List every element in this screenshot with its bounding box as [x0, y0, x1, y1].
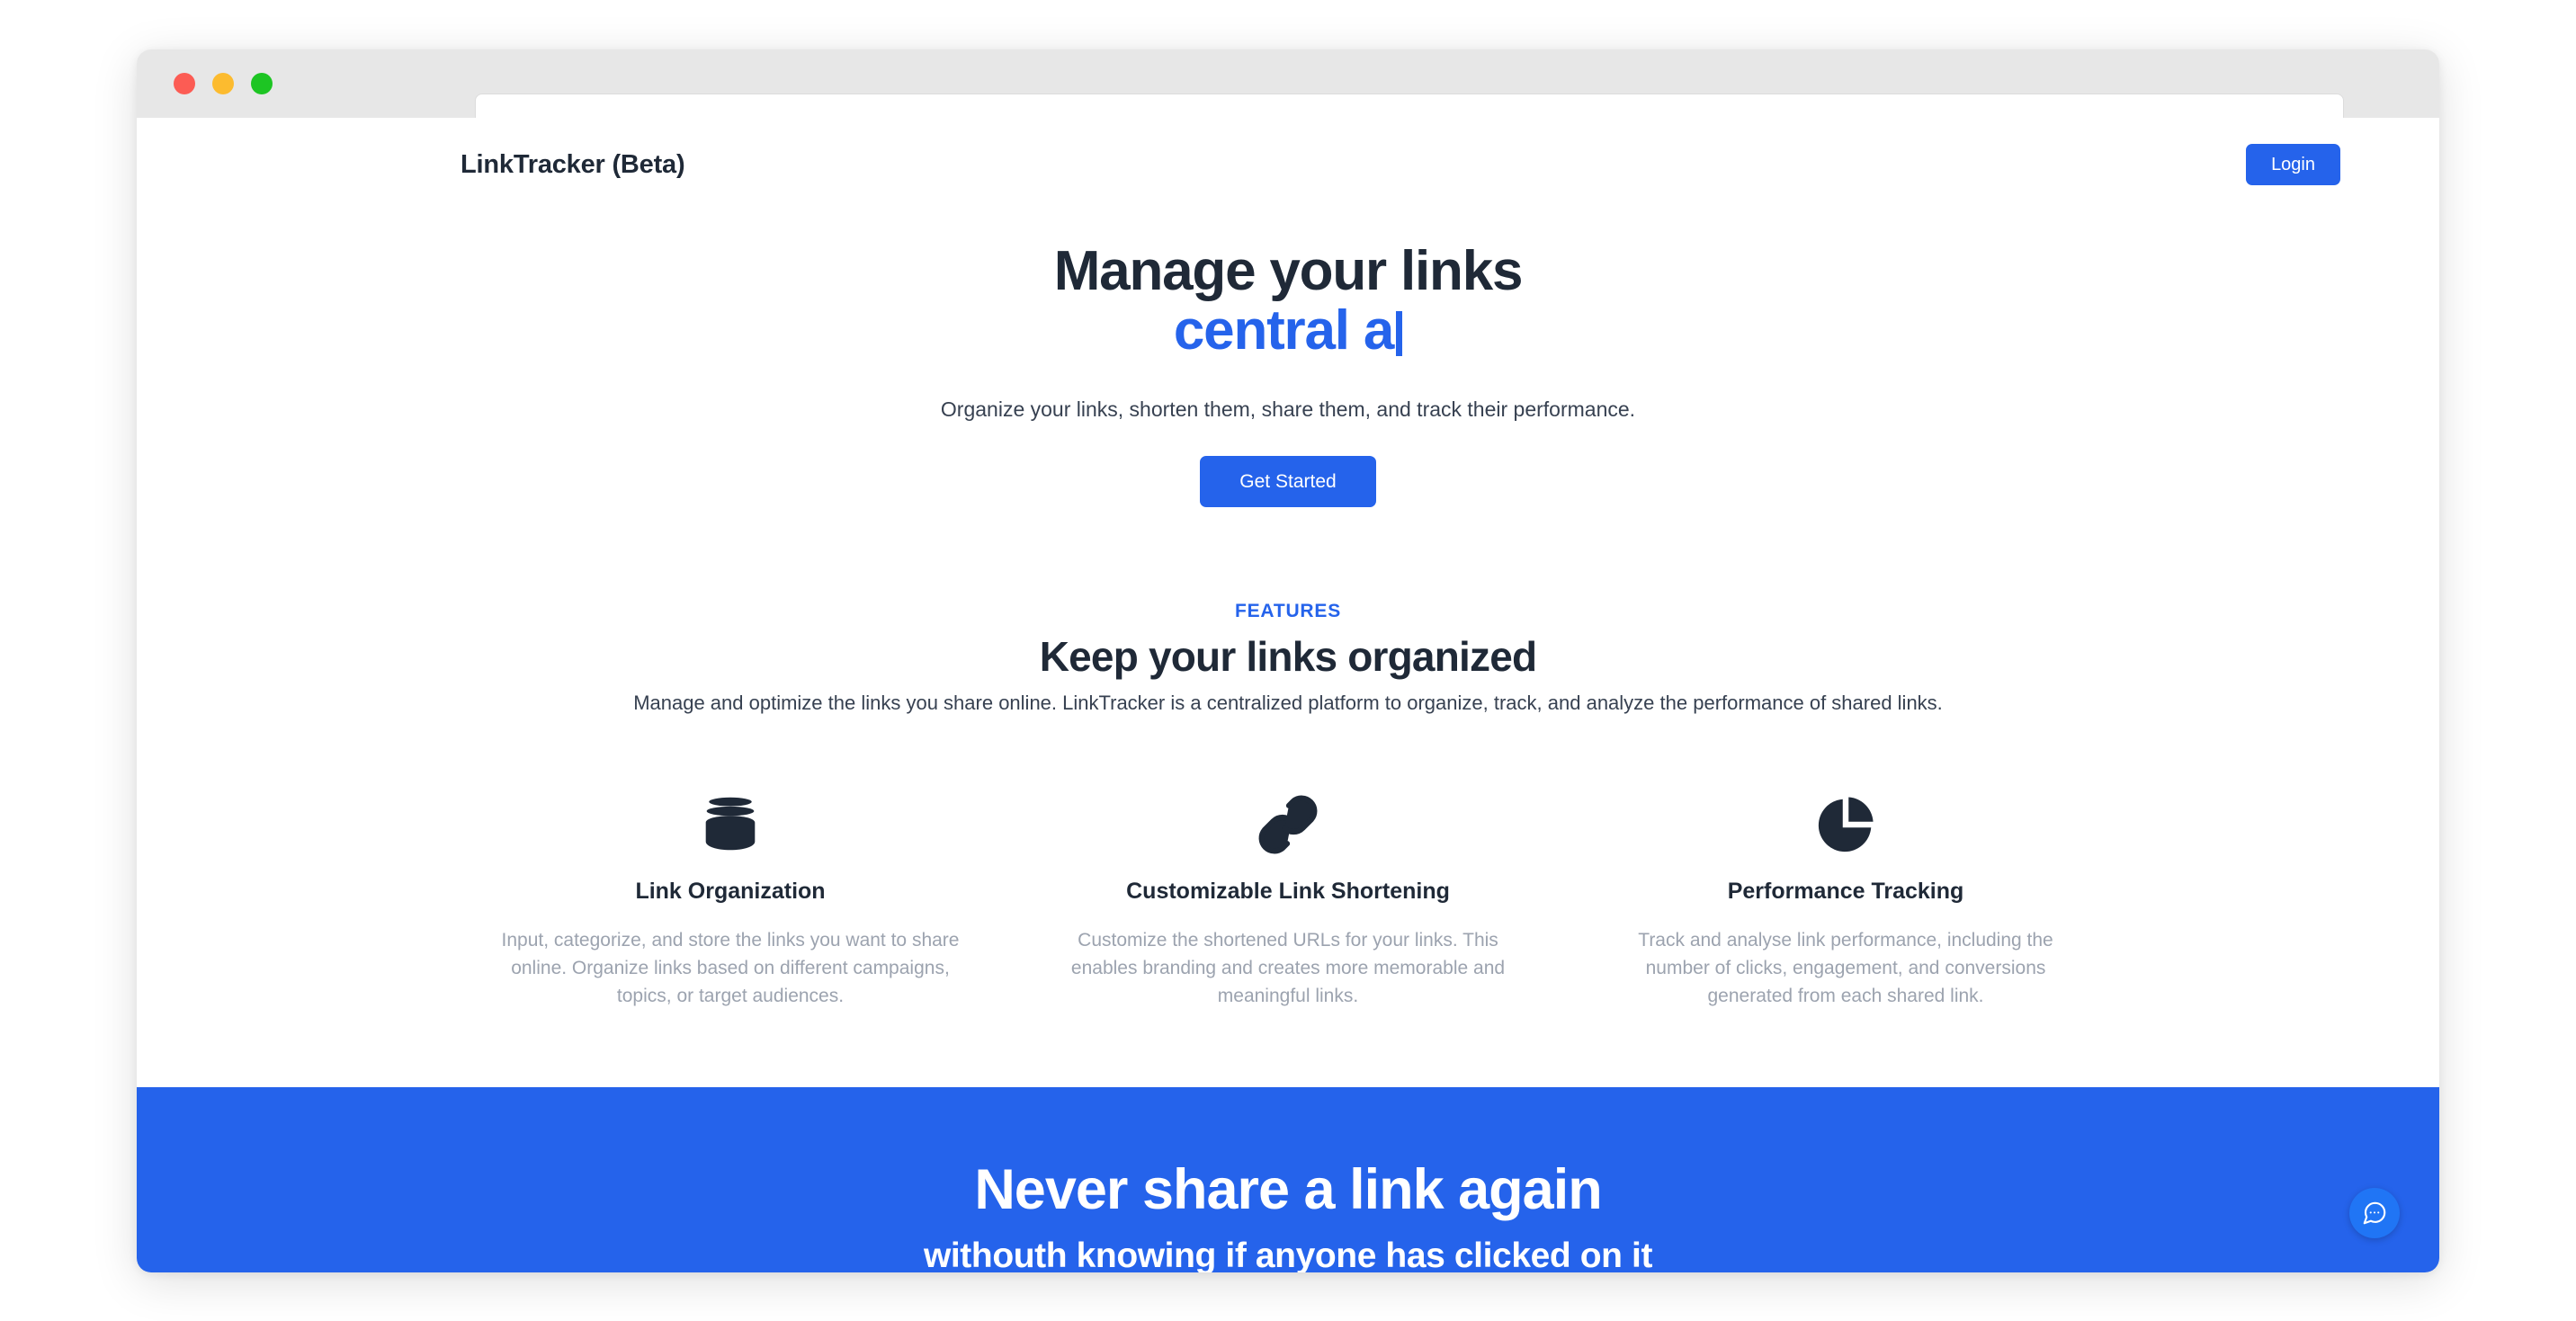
features-heading: Keep your links organized	[1039, 632, 1537, 680]
features-eyebrow: FEATURES	[1234, 600, 1341, 621]
feature-title: Link Organization	[635, 878, 826, 904]
traffic-lights	[174, 73, 273, 94]
site-header: LinkTracker (Beta) Login	[137, 118, 2439, 211]
login-button[interactable]: Login	[2246, 144, 2340, 185]
cta-heading: Never share a link again	[974, 1157, 1602, 1221]
hero-headline-line1: Manage your links	[1053, 240, 1524, 302]
hero-section: Manage your links central a Organize you…	[137, 211, 2439, 507]
hero-headline-typed: central a	[1173, 299, 1394, 362]
page-content: LinkTracker (Beta) Login Manage your lin…	[137, 118, 2439, 1272]
circle-stack-icon	[496, 783, 964, 866]
feature-card-performance-tracking: Performance Tracking Track and analyse l…	[1612, 783, 2080, 1010]
hero-headline: Manage your links central a	[137, 240, 2439, 362]
chat-bubble-icon[interactable]	[2349, 1188, 2400, 1238]
typing-caret	[1396, 311, 1403, 357]
feature-grid: Link Organization Input, categorize, and…	[137, 715, 2439, 1010]
cta-banner: Never share a link again withouth knowin…	[137, 1086, 2439, 1272]
feature-title: Performance Tracking	[1727, 878, 1964, 904]
minimize-window-button[interactable]	[212, 73, 234, 94]
link-chain-icon	[1054, 783, 1522, 866]
feature-description: Input, categorize, and store the links y…	[501, 929, 960, 1006]
screen-root: LinkTracker (Beta) Login Manage your lin…	[0, 0, 2576, 1321]
features-lede: Manage and optimize the links you share …	[633, 691, 1943, 714]
brand-logo-text[interactable]: LinkTracker (Beta)	[461, 150, 685, 180]
feature-description: Customize the shortened URLs for your li…	[1070, 929, 1506, 1006]
feature-card-link-shortening: Customizable Link Shortening Customize t…	[1054, 783, 1522, 1010]
feature-description: Track and analyse link performance, incl…	[1638, 929, 2053, 1006]
chart-pie-icon	[1612, 783, 2080, 866]
close-window-button[interactable]	[174, 73, 195, 94]
maximize-window-button[interactable]	[251, 73, 273, 94]
cta-subheading: withouth knowing if anyone has clicked o…	[923, 1236, 1653, 1272]
hero-subtitle: Organize your links, shorten them, share…	[940, 397, 1636, 421]
browser-titlebar	[137, 49, 2439, 142]
browser-window: LinkTracker (Beta) Login Manage your lin…	[137, 49, 2439, 1272]
get-started-button[interactable]: Get Started	[1200, 455, 1376, 507]
feature-card-link-organization: Link Organization Input, categorize, and…	[496, 783, 964, 1010]
features-section: FEATURES Keep your links organized Manag…	[137, 507, 2439, 1010]
feature-title: Customizable Link Shortening	[1126, 878, 1450, 904]
